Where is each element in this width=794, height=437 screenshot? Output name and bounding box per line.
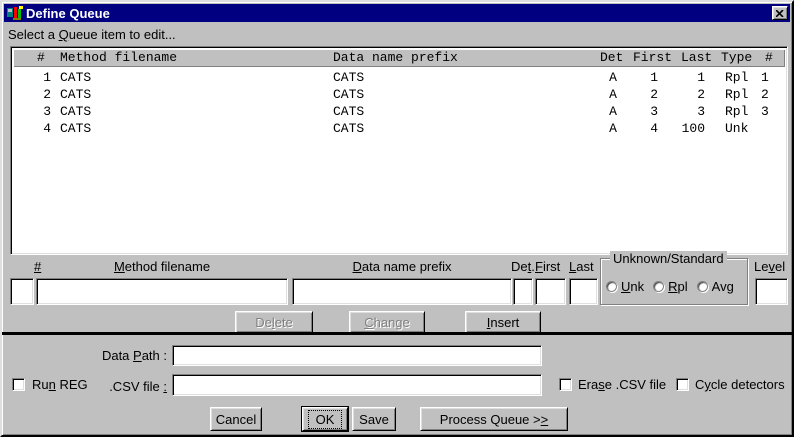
ok-button[interactable]: OK — [301, 406, 349, 432]
det-label: Det. — [511, 259, 535, 274]
cell-count: 3 — [761, 104, 769, 119]
cell-last: 1 — [697, 70, 705, 85]
column-header-last: Last — [681, 50, 713, 65]
radio-rpl-label: Rpl — [668, 279, 688, 294]
cancel-button[interactable]: Cancel — [210, 407, 262, 431]
table-row[interactable]: 4 CATS CATS A 4 100 Unk — [13, 121, 785, 138]
data-name-prefix-input[interactable] — [292, 278, 512, 305]
cycle-detectors-checkbox-box — [676, 378, 689, 391]
group-legend: Unknown/Standard — [610, 251, 727, 266]
cycle-detectors-checkbox[interactable]: Cycle detectors — [676, 377, 785, 392]
close-icon — [776, 9, 784, 17]
cell-first: 4 — [650, 121, 658, 136]
cell-method: CATS — [60, 121, 92, 136]
data-path-input[interactable] — [172, 345, 542, 366]
cell-type: Rpl — [725, 87, 749, 102]
data-path-label: Data Path : — [101, 348, 167, 363]
csv-file-label: .CSV file : — [109, 379, 167, 394]
column-header-prefix: Data name prefix — [333, 50, 458, 65]
unknown-standard-group: Unknown/Standard Unk Rpl Avg — [600, 251, 748, 305]
cell-prefix: CATS — [333, 104, 365, 119]
change-button[interactable]: Change — [349, 311, 425, 333]
column-header-det: Det — [600, 50, 624, 65]
queue-header: # Method filename Data name prefix Det F… — [13, 49, 785, 67]
column-header-first: First — [633, 50, 673, 65]
cell-num: 4 — [43, 121, 51, 136]
table-row[interactable]: 1 CATS CATS A 1 1 Rpl 1 — [13, 70, 785, 87]
cell-method: CATS — [60, 104, 92, 119]
radio-avg-circle — [696, 281, 708, 292]
queue-rows: 1 CATS CATS A 1 1 Rpl 1 2 CATS CATS A 2 … — [13, 67, 785, 252]
app-icon — [7, 6, 23, 20]
cell-last: 2 — [697, 87, 705, 102]
last-input[interactable] — [569, 278, 598, 305]
column-header-count: # — [765, 50, 773, 65]
radio-avg-label: Avg — [711, 279, 734, 294]
erase-csv-label: Erase .CSV file — [578, 377, 667, 392]
run-reg-checkbox-box — [12, 378, 25, 391]
cell-type: Rpl — [725, 70, 749, 85]
close-button[interactable] — [772, 6, 788, 20]
radio-rpl[interactable]: Rpl — [653, 279, 688, 294]
num-input[interactable] — [10, 278, 34, 305]
cell-type: Rpl — [725, 104, 749, 119]
table-row[interactable]: 3 CATS CATS A 3 3 Rpl 3 — [13, 104, 785, 121]
erase-csv-checkbox-box — [559, 378, 572, 391]
column-header-method: Method filename — [60, 50, 178, 65]
cell-type: Unk — [725, 121, 749, 136]
insert-button[interactable]: Insert — [465, 311, 541, 333]
column-header-num: # — [37, 50, 45, 65]
cycle-detectors-label: Cycle detectors — [695, 377, 785, 392]
cell-count: 1 — [761, 70, 769, 85]
level-label: Level — [754, 259, 786, 274]
process-queue-button[interactable]: Process Queue >> — [420, 407, 568, 431]
cell-num: 1 — [43, 70, 51, 85]
last-label: Last — [569, 259, 594, 274]
radio-rpl-circle — [653, 281, 665, 292]
radio-avg[interactable]: Avg — [696, 279, 734, 294]
column-header-type: Type — [721, 50, 753, 65]
radio-unk-label: Unk — [621, 279, 645, 294]
ok-button-focus: OK — [307, 409, 343, 429]
define-queue-dialog: Define Queue Select a Queue item to edit… — [0, 0, 794, 437]
csv-file-input[interactable] — [172, 374, 542, 396]
cell-first: 2 — [650, 87, 658, 102]
cell-first: 1 — [650, 70, 658, 85]
title-bar[interactable]: Define Queue — [4, 4, 790, 22]
cell-prefix: CATS — [333, 121, 365, 136]
radio-unk[interactable]: Unk — [606, 279, 644, 294]
table-row[interactable]: 2 CATS CATS A 2 2 Rpl 2 — [13, 87, 785, 104]
delete-button[interactable]: Delete — [235, 311, 313, 333]
data-name-prefix-label: Data name prefix — [352, 259, 452, 274]
prompt-label: Select a Queue item to edit... — [8, 27, 176, 42]
window-title: Define Queue — [26, 5, 110, 21]
method-filename-input[interactable] — [36, 278, 288, 305]
save-button[interactable]: Save — [352, 407, 396, 431]
first-label: First — [535, 259, 561, 274]
cell-method: CATS — [60, 70, 92, 85]
det-input[interactable] — [513, 278, 533, 305]
cell-method: CATS — [60, 87, 92, 102]
cell-num: 2 — [43, 87, 51, 102]
cell-last: 3 — [697, 104, 705, 119]
cell-last: 100 — [681, 121, 705, 136]
erase-csv-checkbox[interactable]: Erase .CSV file — [559, 377, 666, 392]
cell-prefix: CATS — [333, 87, 365, 102]
queue-list[interactable]: # Method filename Data name prefix Det F… — [10, 46, 788, 255]
cell-prefix: CATS — [333, 70, 365, 85]
cell-first: 3 — [650, 104, 658, 119]
method-filename-label: Method filename — [113, 259, 211, 274]
first-input[interactable] — [535, 278, 566, 305]
cell-count: 2 — [761, 87, 769, 102]
cell-num: 3 — [43, 104, 51, 119]
level-input[interactable] — [755, 278, 788, 305]
section-divider — [2, 332, 792, 335]
radio-unk-circle — [606, 281, 617, 292]
